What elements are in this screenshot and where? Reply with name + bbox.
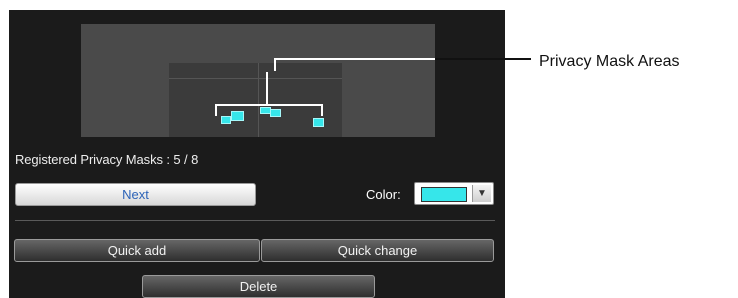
divider <box>15 220 495 221</box>
zone-divider-horizontal <box>169 78 342 79</box>
mask-callout-stem <box>266 72 268 104</box>
delete-button[interactable]: Delete <box>142 275 375 298</box>
privacy-mask-panel: Registered Privacy Masks : 5 / 8 Next Co… <box>9 10 505 298</box>
privacy-mask[interactable] <box>221 116 231 124</box>
next-button[interactable]: Next <box>15 183 256 206</box>
callout-connector-horizontal <box>274 58 435 60</box>
color-select[interactable]: ▼ <box>414 182 494 205</box>
camera-preview[interactable] <box>81 24 435 137</box>
color-label: Color: <box>366 187 401 202</box>
quick-change-button[interactable]: Quick change <box>261 239 494 262</box>
privacy-mask-areas-label: Privacy Mask Areas <box>539 53 680 70</box>
zone-divider-vertical <box>258 63 259 137</box>
chevron-down-icon[interactable]: ▼ <box>472 185 491 202</box>
privacy-mask[interactable] <box>313 118 324 127</box>
mask-callout-bracket <box>215 104 323 116</box>
color-swatch <box>421 187 467 202</box>
callout-leader-line <box>435 58 531 60</box>
quick-add-button[interactable]: Quick add <box>14 239 260 262</box>
registered-masks-status: Registered Privacy Masks : 5 / 8 <box>15 152 199 167</box>
